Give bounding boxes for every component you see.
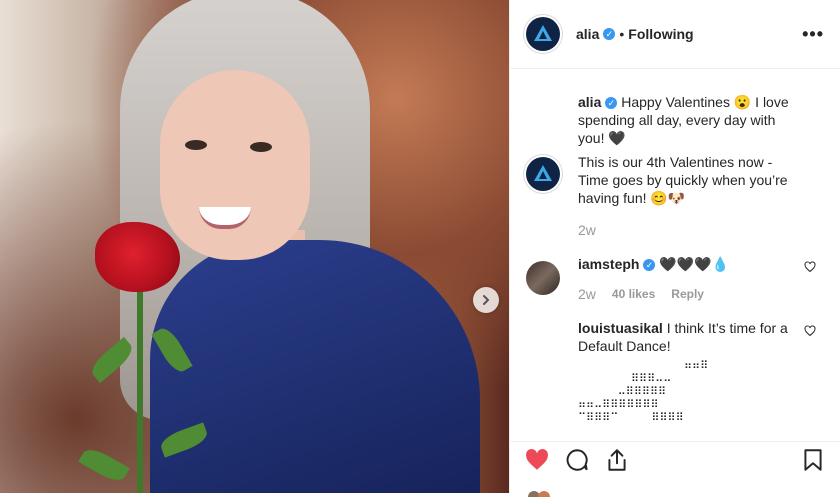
photo-eye-left <box>185 140 207 150</box>
post-sidebar: alia ✓ • Following ••• alia ✓ Happy Valen… <box>509 0 840 502</box>
caption-avatar[interactable] <box>526 157 560 191</box>
commenter-avatar-spacer <box>526 319 560 424</box>
instagram-post-modal: alia ✓ • Following ••• alia ✓ Happy Valen… <box>0 0 840 502</box>
post-header: alia ✓ • Following ••• <box>510 0 840 69</box>
photo-eye-right <box>250 142 272 152</box>
comment-likes[interactable]: 40 likes <box>612 285 655 303</box>
comment-username[interactable]: louistuasikal <box>578 320 663 336</box>
alliance-logo-icon <box>534 25 552 41</box>
comment-username[interactable]: iamsteph <box>578 256 639 272</box>
rose-leaf <box>78 444 130 486</box>
comment-body: louistuasikal I think It’s time for a De… <box>578 319 824 424</box>
header-separator: • <box>619 26 625 42</box>
caption-meta: 2w <box>578 221 798 239</box>
following-button[interactable]: Following <box>628 26 693 42</box>
caption-time[interactable]: 2w <box>578 221 596 239</box>
caption-body: alia ✓ Happy Valentines 😮 I love spending… <box>578 93 824 147</box>
more-options-icon[interactable]: ••• <box>802 24 824 45</box>
comment-text: 🖤🖤🖤💧 <box>659 256 730 272</box>
verified-badge-icon: ✓ <box>643 259 656 272</box>
comment-item: louistuasikal I think It’s time for a De… <box>526 319 824 424</box>
author-avatar[interactable] <box>526 17 560 51</box>
comment-like-heart-icon[interactable] <box>804 261 816 273</box>
rose-bloom <box>95 222 180 292</box>
photo-face <box>160 70 310 260</box>
rose-stem <box>137 270 143 493</box>
liker-avatars-icon <box>528 491 550 502</box>
caption-second-text: This is our 4th Valentines now - Time go… <box>578 154 788 206</box>
comment-body: iamsteph ✓ 🖤🖤🖤💧 2w 40 likes Reply <box>578 255 755 303</box>
share-icon[interactable] <box>604 447 630 473</box>
caption-continued: This is our 4th Valentines now - Time go… <box>526 153 824 239</box>
comment-bubble-icon[interactable] <box>564 447 590 473</box>
comment-reply-button[interactable]: Reply <box>671 285 704 303</box>
comments-list[interactable]: alia ✓ Happy Valentines 😮 I love spending… <box>510 69 840 441</box>
caption-username[interactable]: alia <box>578 94 601 110</box>
author-username[interactable]: alia <box>576 26 599 42</box>
verified-badge-icon: ✓ <box>605 97 618 110</box>
comment-ascii-art: ⠶⠶⠿ ⠿⠿⠿⠤⠤ ⠤⠿⠿⠿⠿⠿ ⠶⠶⠤⠿⠿⠿⠿⠿⠿⠿ ⠉⠿⠿⠿⠉ ⠿⠿⠿⠿ <box>578 359 709 424</box>
comment-time[interactable]: 2w <box>578 285 596 303</box>
alliance-logo-icon <box>534 165 552 181</box>
next-photo-button[interactable] <box>473 287 499 313</box>
caption-second-body: This is our 4th Valentines now - Time go… <box>578 153 824 239</box>
comment-meta: 2w 40 likes Reply <box>578 285 729 303</box>
like-heart-icon[interactable] <box>524 447 550 473</box>
photo-shirt <box>150 240 480 493</box>
caption-avatar-spacer <box>526 93 560 147</box>
verified-badge-icon: ✓ <box>603 28 616 40</box>
caption: alia ✓ Happy Valentines 😮 I love spending… <box>526 93 824 147</box>
comment-like-heart-icon[interactable] <box>804 325 816 337</box>
comment-item: iamsteph ✓ 🖤🖤🖤💧 2w 40 likes Reply <box>526 255 824 303</box>
chevron-right-icon <box>483 295 490 305</box>
post-actions-bar <box>510 441 840 478</box>
bookmark-icon[interactable] <box>800 447 826 473</box>
post-photo[interactable] <box>0 0 509 493</box>
commenter-avatar[interactable] <box>526 261 560 295</box>
